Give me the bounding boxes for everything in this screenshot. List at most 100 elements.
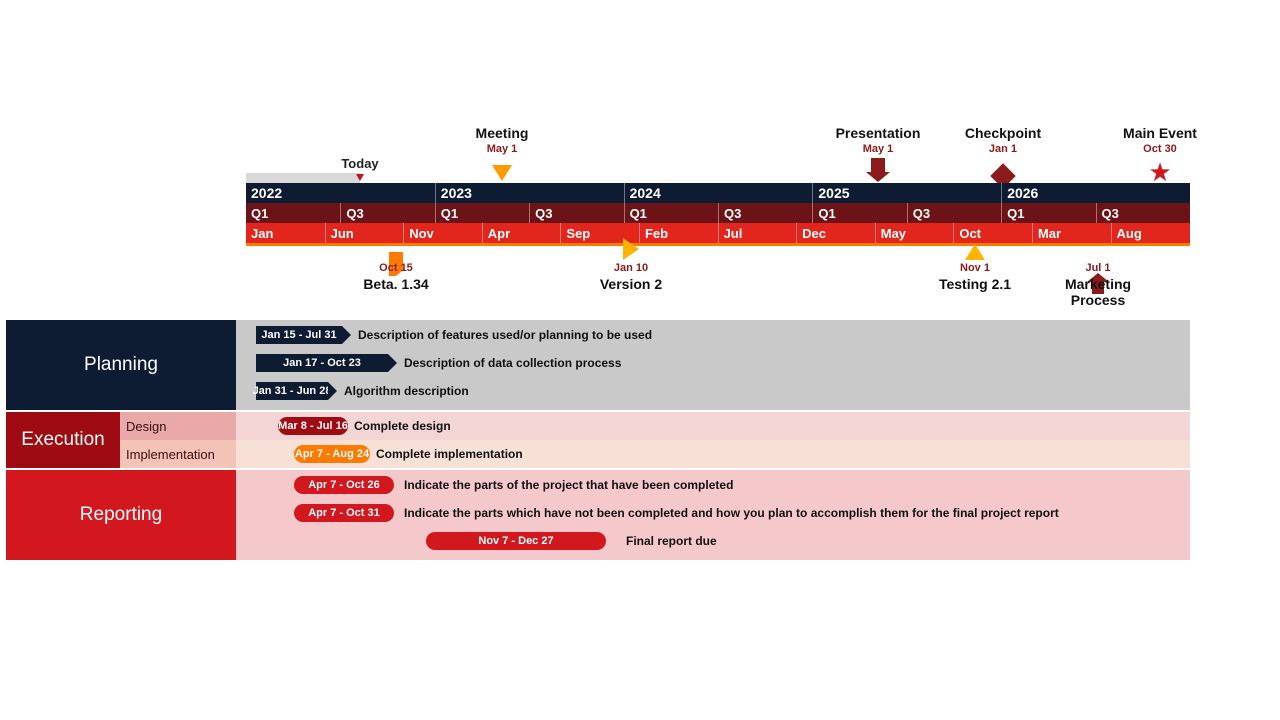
- quarter-cell: Q1: [1001, 203, 1095, 223]
- milestone-marketing: Jul 1 Marketing Process: [1038, 262, 1158, 308]
- milestone-title: Testing 2.1: [915, 276, 1035, 292]
- task-desc: Indicate the parts of the project that h…: [404, 478, 733, 492]
- month-cell: Jan: [246, 223, 325, 243]
- milestone-date: Oct 30: [1100, 143, 1220, 155]
- milestone-beta: Oct 15 Beta. 1.34: [336, 262, 456, 292]
- quarter-cell: Q3: [529, 203, 623, 223]
- years-row: 2022 2023 2024 2025 2026: [246, 183, 1190, 203]
- milestone-title: Main Event: [1100, 125, 1220, 141]
- lane-body: Mar 8 - Jul 16 Complete design Apr 7 - A…: [236, 412, 1190, 468]
- quarter-cell: Q3: [718, 203, 812, 223]
- timeline-band: 2022 2023 2024 2025 2026 Q1 Q3 Q1 Q3 Q1 …: [246, 183, 1190, 246]
- star-icon: ★: [1148, 163, 1171, 181]
- year-cell: 2023: [435, 183, 624, 203]
- task-range: Apr 7 - Oct 31: [308, 507, 380, 519]
- quarter-cell: Q1: [624, 203, 718, 223]
- month-cell: Dec: [796, 223, 875, 243]
- milestone-marker-icon: [871, 158, 885, 172]
- lane-sublabels: Design Implementation: [120, 412, 236, 468]
- milestone-date: Oct 15: [336, 262, 456, 274]
- milestone-date: May 1: [818, 143, 938, 155]
- task-bar: Mar 8 - Jul 16: [278, 417, 348, 435]
- milestone-marker-icon: [623, 238, 639, 260]
- quarter-cell: Q1: [435, 203, 529, 223]
- month-cell: Mar: [1032, 223, 1111, 243]
- milestone-date: Jul 1: [1038, 262, 1158, 274]
- milestone-date: Nov 1: [915, 262, 1035, 274]
- timeline-slide: Today Meeting May 1 Presentation May 1 C…: [0, 0, 1280, 720]
- task-desc: Description of features used/or planning…: [358, 328, 652, 342]
- sublane-design: Design: [120, 412, 236, 440]
- year-cell: 2025: [812, 183, 1001, 203]
- milestone-title: Checkpoint: [943, 125, 1063, 141]
- months-row: Jan Jun Nov Apr Sep Feb Jul Dec May Oct …: [246, 223, 1190, 243]
- quarters-row: Q1 Q3 Q1 Q3 Q1 Q3 Q1 Q3 Q1 Q3: [246, 203, 1190, 223]
- month-cell: Nov: [403, 223, 482, 243]
- milestone-date: Jan 10: [571, 262, 691, 274]
- task-bar: Nov 7 - Dec 27: [426, 532, 606, 550]
- lane-planning: Planning Jan 15 - Jul 31 Description of …: [6, 320, 1190, 410]
- month-cell: Feb: [639, 223, 718, 243]
- task-range: Apr 7 - Aug 24: [295, 448, 369, 460]
- lane-execution: Execution Design Implementation Mar 8 - …: [6, 412, 1190, 468]
- month-cell: Apr: [482, 223, 561, 243]
- milestone-date: May 1: [442, 143, 562, 155]
- month-cell: Jun: [325, 223, 404, 243]
- milestone-checkpoint: Checkpoint Jan 1: [943, 125, 1063, 155]
- quarter-cell: Q1: [812, 203, 906, 223]
- task-range: Jan 31 - Jun 28: [253, 385, 332, 397]
- task-range: Nov 7 - Dec 27: [478, 535, 553, 547]
- task-range: Apr 7 - Oct 26: [308, 479, 380, 491]
- task-bar: Jan 31 - Jun 28: [256, 382, 328, 400]
- milestone-marker-icon: [965, 244, 985, 260]
- milestone-date: Jan 1: [943, 143, 1063, 155]
- milestone-version2: Jan 10 Version 2: [571, 262, 691, 292]
- task-desc: Description of data collection process: [404, 356, 621, 370]
- month-cell: Jul: [718, 223, 797, 243]
- task-desc: Final report due: [626, 534, 717, 548]
- milestone-presentation: Presentation May 1: [818, 125, 938, 155]
- task-desc: Algorithm description: [344, 384, 469, 398]
- lane-header: Reporting: [6, 470, 236, 560]
- lane-body: Jan 15 - Jul 31 Description of features …: [236, 320, 1190, 410]
- lane-header: Execution: [6, 412, 120, 468]
- milestone-title: Beta. 1.34: [336, 276, 456, 292]
- task-bar: Apr 7 - Oct 26: [294, 476, 394, 494]
- month-cell: Aug: [1111, 223, 1190, 243]
- task-range: Jan 15 - Jul 31: [261, 329, 336, 341]
- quarter-cell: Q3: [1096, 203, 1190, 223]
- milestone-title: Version 2: [571, 276, 691, 292]
- quarter-cell: Q1: [246, 203, 340, 223]
- year-cell: 2026: [1001, 183, 1190, 203]
- quarter-cell: Q3: [340, 203, 434, 223]
- today-label: Today: [341, 156, 378, 171]
- month-cell: May: [875, 223, 954, 243]
- task-desc: Complete implementation: [376, 447, 523, 461]
- task-range: Mar 8 - Jul 16: [278, 420, 348, 432]
- task-range: Jan 17 - Oct 23: [283, 357, 361, 369]
- task-desc: Complete design: [354, 419, 451, 433]
- milestone-marker-icon: [492, 165, 512, 181]
- milestone-title: Meeting: [442, 125, 562, 141]
- task-bar: Jan 17 - Oct 23: [256, 354, 388, 372]
- milestone-title: Presentation: [818, 125, 938, 141]
- year-cell: 2022: [246, 183, 435, 203]
- milestone-testing: Nov 1 Testing 2.1: [915, 262, 1035, 292]
- swimlanes: Planning Jan 15 - Jul 31 Description of …: [6, 318, 1190, 560]
- milestone-title: Marketing Process: [1038, 276, 1158, 308]
- milestone-main-event: Main Event Oct 30: [1100, 125, 1220, 155]
- lane-body: Apr 7 - Oct 26 Indicate the parts of the…: [236, 470, 1190, 560]
- task-bar: Jan 15 - Jul 31: [256, 326, 342, 344]
- lane-header: Planning: [6, 320, 236, 410]
- milestone-meeting: Meeting May 1: [442, 125, 562, 155]
- month-cell: Oct: [953, 223, 1032, 243]
- sublane-implementation: Implementation: [120, 440, 236, 468]
- lane-reporting: Reporting Apr 7 - Oct 26 Indicate the pa…: [6, 470, 1190, 560]
- task-bar: Apr 7 - Oct 31: [294, 504, 394, 522]
- task-desc: Indicate the parts which have not been c…: [404, 506, 1059, 520]
- quarter-cell: Q3: [907, 203, 1001, 223]
- today-marker-icon: [356, 174, 364, 181]
- task-bar: Apr 7 - Aug 24: [294, 445, 370, 463]
- year-cell: 2024: [624, 183, 813, 203]
- timeline-baseline: [246, 243, 1190, 246]
